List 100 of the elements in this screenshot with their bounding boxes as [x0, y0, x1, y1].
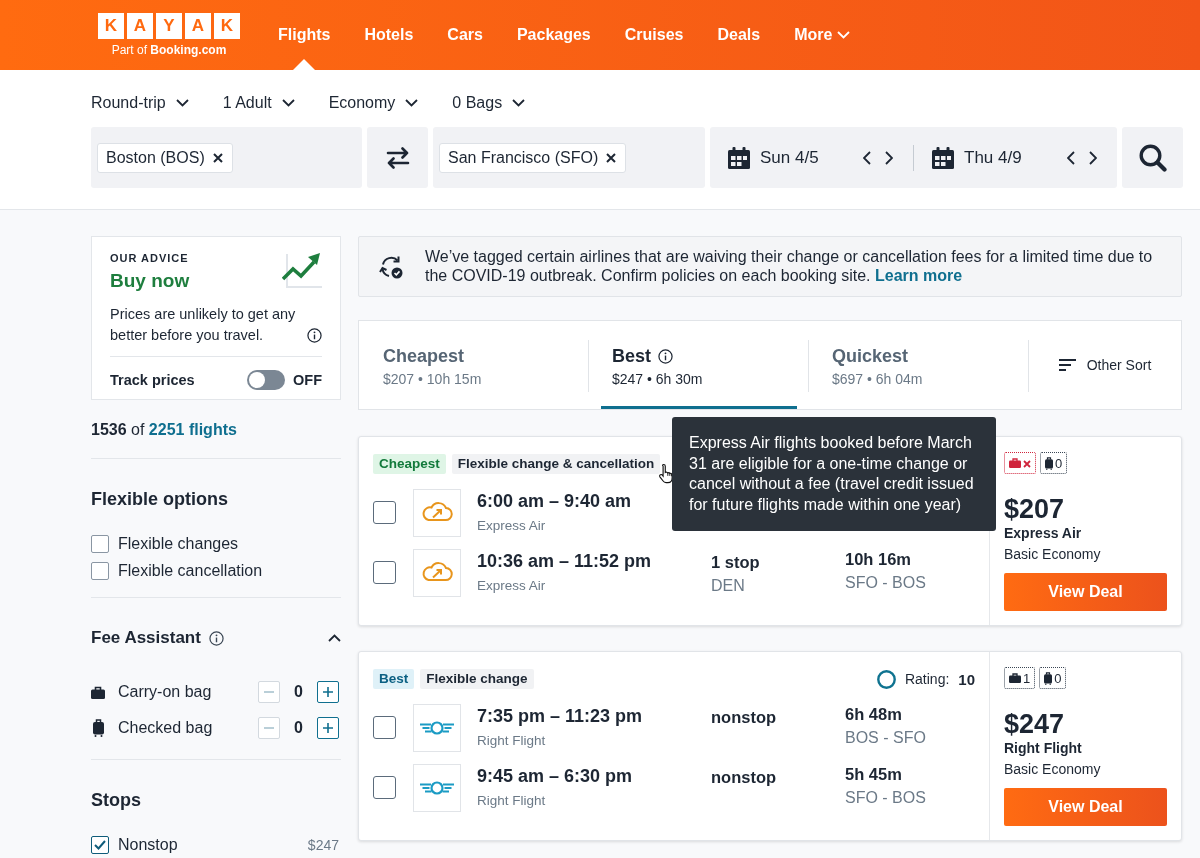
airline-name: Express Air	[1004, 524, 1082, 542]
logo-letter: K	[98, 13, 124, 39]
sort-tab[interactable]: Quickest $697 • 6h 04m	[809, 321, 1028, 409]
flight-duration: 10h 16m	[845, 549, 912, 569]
location-chip[interactable]: Boston (BOS)	[97, 142, 233, 173]
chevron-right-icon[interactable]	[1089, 150, 1097, 165]
calendar-icon	[728, 146, 750, 169]
briefcase-icon	[91, 685, 105, 699]
increment-button[interactable]	[317, 681, 339, 703]
luggage-icon	[1045, 456, 1053, 470]
results-count: 1536 of 2251 flights	[91, 420, 237, 440]
advice-verdict: Buy now	[110, 270, 190, 292]
luggage-icon	[1044, 671, 1053, 685]
checkbox[interactable]	[373, 561, 396, 584]
airline-name: Right Flight	[477, 732, 546, 750]
close-icon[interactable]	[606, 152, 617, 163]
logo-letter: Y	[156, 13, 182, 39]
search-option-dropdown[interactable]: 0 Bags	[452, 94, 526, 112]
plus-icon	[323, 723, 333, 733]
view-deal-button[interactable]: View Deal	[1004, 788, 1167, 826]
nav-link[interactable]: Flights	[261, 0, 348, 70]
bag-label: Checked bag	[118, 719, 213, 737]
filter-option-label: Flexible changes	[118, 534, 239, 553]
all-flights-link[interactable]: 2251 flights	[148, 421, 237, 438]
rating-value: 10	[958, 670, 975, 688]
checkbox[interactable]	[373, 501, 396, 524]
nav-link[interactable]: Deals	[700, 0, 778, 70]
advice-eyebrow: OUR ADVICE	[110, 251, 189, 265]
bag-count: 0	[1054, 670, 1062, 686]
search-option-dropdown[interactable]: 1 Adult	[222, 94, 295, 112]
origin-field[interactable]: Boston (BOS)	[91, 127, 362, 188]
minus-icon	[264, 727, 274, 729]
checkbox[interactable]	[91, 561, 109, 580]
logo-letter: K	[214, 13, 240, 39]
sort-tab[interactable]: Best $247 • 6h 30m	[589, 321, 808, 409]
toggle-switch[interactable]	[247, 370, 285, 390]
result-label: Best	[373, 669, 415, 689]
chevron-down-icon	[175, 99, 189, 107]
filter-heading: Fee Assistant	[91, 628, 201, 648]
date-value: Sun 4/5	[760, 147, 819, 168]
other-sort-button[interactable]: Other Sort	[1029, 321, 1181, 409]
track-prices-label: Track prices	[110, 372, 195, 388]
flight-times: 6:00 am – 9:40 am	[477, 490, 632, 512]
chevron-right-icon[interactable]	[885, 150, 893, 165]
price: $207	[1004, 494, 1065, 524]
fare-class: Basic Economy	[1004, 545, 1101, 563]
route: SFO - BOS	[845, 574, 926, 592]
search-option-dropdown[interactable]: Economy	[328, 94, 419, 112]
filter-option-label: Nonstop	[118, 835, 178, 854]
price: $247	[1004, 709, 1065, 739]
checkbox[interactable]	[373, 776, 396, 799]
nav-link[interactable]: Packages	[499, 0, 608, 70]
search-option-dropdown[interactable]: Round-trip	[91, 94, 189, 112]
route: BOS - SFO	[845, 729, 926, 747]
chevron-up-icon[interactable]	[328, 634, 341, 642]
plus-icon	[323, 687, 333, 697]
view-deal-button[interactable]: View Deal	[1004, 573, 1167, 611]
checkbox[interactable]	[91, 534, 109, 553]
chevron-down-icon	[512, 99, 526, 107]
learn-more-link[interactable]: Learn more	[875, 266, 963, 284]
rating-label: Rating:	[904, 671, 950, 687]
filter-option-label: Flexible cancellation	[118, 561, 263, 580]
route: SFO - BOS	[845, 789, 926, 807]
date-range-field[interactable]: Sun 4/5 Thu 4/9	[710, 127, 1117, 188]
flight-times: 7:35 pm – 11:23 pm	[477, 705, 643, 727]
search-button[interactable]	[1122, 127, 1183, 188]
calendar-icon	[932, 146, 954, 169]
chevron-left-icon[interactable]	[863, 150, 871, 165]
sort-tab[interactable]: Cheapest $207 • 10h 15m	[359, 321, 588, 409]
bag-count: 0	[293, 683, 304, 701]
stops: nonstop	[711, 707, 777, 727]
nav-link[interactable]: Cruises	[607, 0, 701, 70]
increment-button[interactable]	[317, 717, 339, 739]
notice-text: We’ve tagged certain airlines that are waiving their change or cancellation fees for a limited time due to the COVID-19 outbreak. Confirm policies on each booking site. Learn more	[425, 248, 1154, 285]
checkbox[interactable]	[91, 835, 109, 854]
airline-name: Right Flight	[1004, 739, 1082, 757]
checkmark-icon	[94, 839, 106, 850]
location-chip[interactable]: San Francisco (SFO)	[439, 142, 627, 173]
swap-button[interactable]	[367, 127, 428, 188]
close-icon[interactable]	[212, 152, 223, 163]
briefcase-icon	[1009, 673, 1021, 683]
destination-field[interactable]: San Francisco (SFO)	[433, 127, 705, 188]
flight-duration: 5h 45m	[845, 764, 902, 784]
chevron-down-icon	[281, 99, 295, 107]
nav-link[interactable]: Hotels	[347, 0, 431, 70]
refresh-check-icon	[379, 254, 403, 279]
chevron-left-icon[interactable]	[1067, 150, 1075, 165]
checkbox[interactable]	[373, 716, 396, 739]
result-label: Cheapest	[373, 454, 446, 474]
minus-icon	[264, 691, 274, 693]
filter-heading: Flexible options	[91, 488, 228, 510]
fare-class: Basic Economy	[1004, 760, 1101, 778]
sort-icon	[1058, 359, 1076, 371]
option-price: $247	[307, 836, 339, 853]
filter-heading: Stops	[91, 789, 141, 811]
nav-link[interactable]: More	[777, 0, 868, 70]
flight-duration: 6h 48m	[845, 704, 902, 724]
stops: nonstop	[711, 767, 777, 787]
chevron-down-icon	[405, 99, 419, 107]
nav-link[interactable]: Cars	[430, 0, 500, 70]
